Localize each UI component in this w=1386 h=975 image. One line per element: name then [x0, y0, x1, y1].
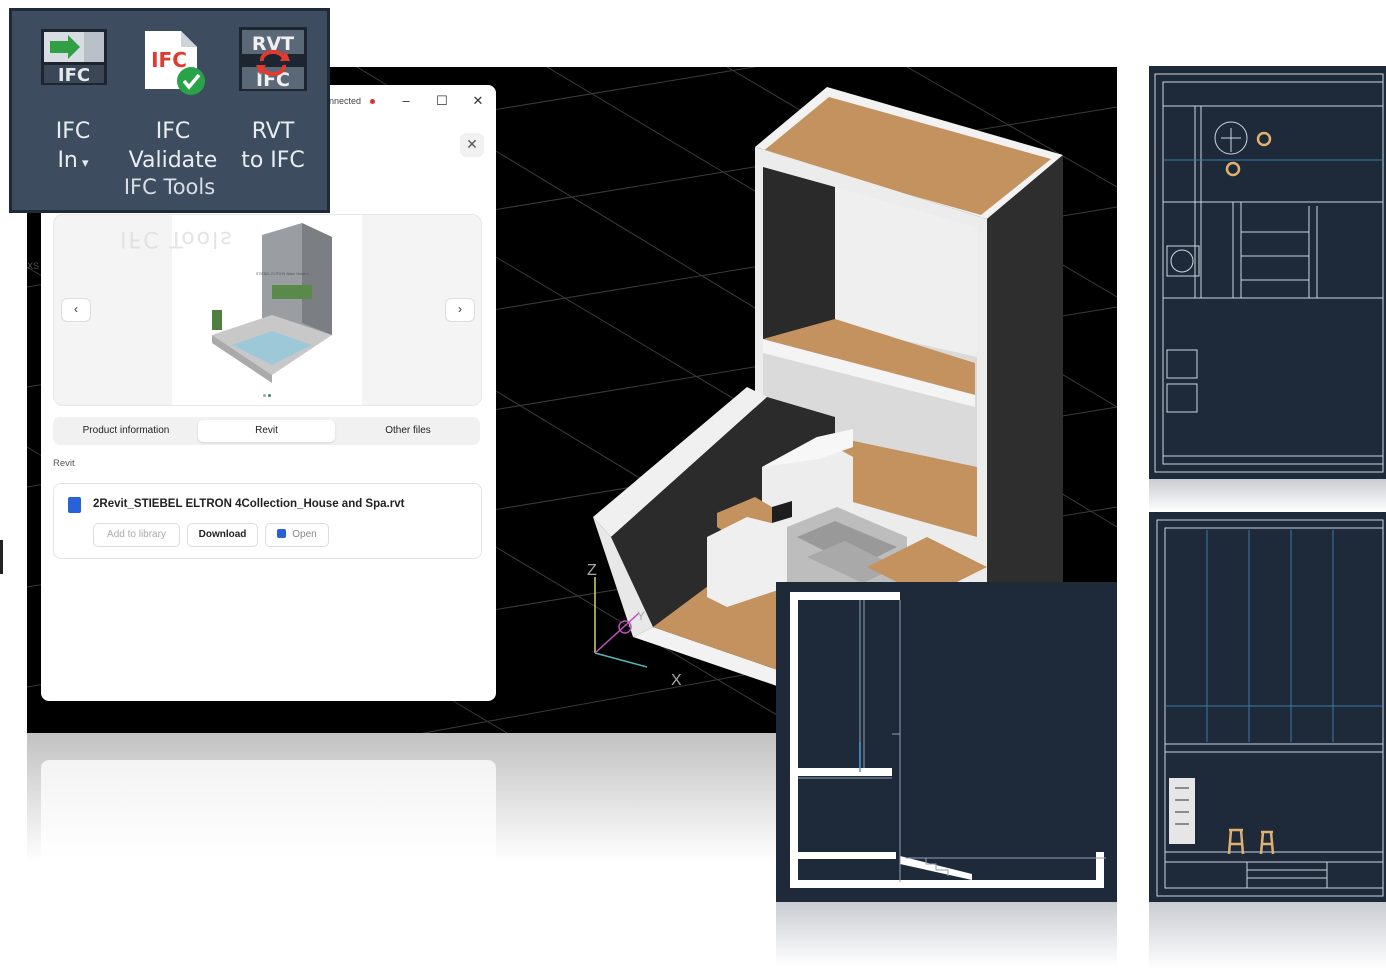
tab-revit[interactable]: Revit	[198, 420, 335, 442]
svg-text:IFC: IFC	[151, 48, 187, 72]
minimize-button[interactable]: –	[397, 92, 415, 110]
status-dot-icon	[370, 99, 375, 104]
tab-bar: Product information Revit Other files	[53, 417, 480, 445]
carousel-dot[interactable]	[263, 394, 266, 397]
svg-text:IFC: IFC	[58, 65, 90, 86]
rvt-to-ifc-label: RVT to IFC	[241, 119, 305, 173]
section-heading: Revit	[53, 458, 75, 469]
tab-other-files[interactable]: Other files	[338, 420, 478, 442]
download-button[interactable]: Download	[187, 523, 258, 547]
plan-view-reflection	[1149, 479, 1386, 512]
open-label: Open	[292, 529, 317, 540]
ifc-validate-button[interactable]: IFC IFC Validate	[125, 21, 221, 173]
ribbon-label-reflection: IFC Tools	[120, 226, 234, 251]
elevation-view-reflection	[1149, 902, 1386, 970]
add-to-library-button[interactable]: Add to library	[93, 523, 180, 547]
plan-drawing	[1154, 73, 1384, 473]
rvt-to-ifc-button[interactable]: RVT IFC RVT to IFC	[234, 21, 312, 173]
ifc-validate-label: IFC Validate	[128, 119, 218, 173]
elevation-view-panel	[1149, 512, 1386, 902]
open-button[interactable]: Open	[265, 523, 329, 547]
revit-app-icon	[277, 529, 287, 538]
edge-text-fragment: XS	[27, 261, 40, 271]
revit-file-icon	[68, 497, 81, 513]
axis-label-x: X	[671, 672, 682, 689]
ifc-import-icon: IFC	[41, 29, 107, 86]
axis-label-y: Y	[637, 609, 645, 623]
section-drawing	[790, 592, 1106, 888]
carousel-caption: STIEBEL ELTRON Water Heaters ...	[256, 272, 312, 276]
connection-status: nnected	[329, 96, 362, 106]
dialog-reflection	[41, 760, 496, 860]
ribbon-group-label: IFC Tools	[123, 175, 216, 199]
file-name: 2Revit_STIEBEL ELTRON 4Collection_House …	[93, 498, 405, 510]
file-card: 2Revit_STIEBEL ELTRON 4Collection_House …	[53, 483, 482, 559]
carousel-next-button[interactable]: ›	[445, 298, 475, 322]
tab-product-information[interactable]: Product information	[56, 420, 196, 442]
plan-view-panel	[1149, 66, 1386, 479]
section-view-reflection	[776, 902, 1117, 966]
section-view-panel	[776, 582, 1117, 902]
carousel-prev-button[interactable]: ‹	[61, 298, 91, 322]
dialog-close-button[interactable]: ✕	[460, 133, 484, 157]
rvt-to-ifc-icon: RVT IFC	[239, 27, 307, 91]
ifc-in-button[interactable]: IFC IFC In ▾	[34, 21, 112, 173]
carousel-dot-active[interactable]	[268, 394, 271, 397]
ifc-in-label: IFC In ▾	[55, 119, 91, 173]
edge-bracket	[0, 540, 3, 574]
window-close-button[interactable]: ✕	[469, 92, 487, 110]
maximize-button[interactable]: ☐	[433, 92, 451, 110]
ifc-validate-icon: IFC	[145, 31, 205, 95]
image-carousel: STIEBEL ELTRON Water Heaters ... ‹ ›	[53, 214, 482, 406]
ifc-ribbon-panel: IFC IFC In ▾ IFC IFC Validate RVT IFC RVT t…	[9, 8, 330, 213]
axis-label-z: Z	[587, 562, 597, 579]
elevation-drawing	[1156, 519, 1384, 897]
